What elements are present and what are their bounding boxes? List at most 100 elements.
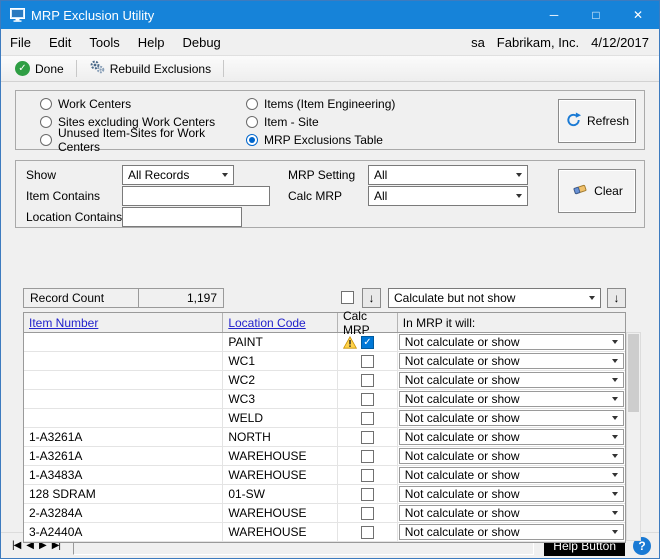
row-calc-mrp-checkbox[interactable] bbox=[361, 526, 374, 539]
apply-checkbox-button[interactable]: ↓ bbox=[362, 288, 381, 308]
vertical-scrollbar[interactable] bbox=[626, 332, 641, 541]
close-button[interactable]: ✕ bbox=[617, 1, 659, 29]
cell-item-number: 2-A3284A bbox=[24, 504, 223, 522]
radio-label: Work Centers bbox=[58, 97, 131, 111]
row-calc-mrp-checkbox[interactable] bbox=[361, 488, 374, 501]
mrp-setting-dropdown[interactable]: All bbox=[368, 165, 528, 185]
row-calc-mrp-checkbox[interactable] bbox=[361, 336, 374, 349]
row-calc-mrp-checkbox[interactable] bbox=[361, 431, 374, 444]
source-options-group: Work Centers Sites excluding Work Center… bbox=[15, 90, 645, 150]
cell-item-number bbox=[24, 409, 223, 427]
cell-item-number bbox=[24, 352, 223, 370]
location-contains-label: Location Contains bbox=[26, 210, 122, 224]
grid-table: Item Number Location Code Calc MRP In MR… bbox=[23, 312, 626, 543]
row-action-dropdown[interactable]: Not calculate or show bbox=[399, 505, 624, 521]
radio-option[interactable]: Items (Item Engineering) bbox=[246, 95, 395, 113]
scrollbar-thumb[interactable] bbox=[628, 334, 639, 412]
show-dropdown[interactable]: All Records bbox=[122, 165, 234, 185]
row-action-dropdown[interactable]: Not calculate or show bbox=[399, 353, 624, 369]
chevron-down-icon bbox=[589, 296, 595, 300]
table-row: WC2 Not calculate or show bbox=[24, 371, 625, 390]
window-title: MRP Exclusion Utility bbox=[31, 8, 154, 23]
minimize-button[interactable]: ─ bbox=[533, 1, 575, 29]
chevron-down-icon bbox=[612, 473, 618, 477]
row-action-value: Not calculate or show bbox=[405, 335, 520, 349]
row-action-dropdown[interactable]: Not calculate or show bbox=[399, 410, 624, 426]
row-calc-mrp-checkbox[interactable] bbox=[361, 374, 374, 387]
row-action-dropdown[interactable]: Not calculate or show bbox=[399, 429, 624, 445]
row-action-value: Not calculate or show bbox=[405, 392, 520, 406]
menu-help[interactable]: Help bbox=[129, 31, 174, 54]
row-action-dropdown[interactable]: Not calculate or show bbox=[399, 372, 624, 388]
calc-mrp-dropdown[interactable]: All bbox=[368, 186, 528, 206]
row-action-value: Not calculate or show bbox=[405, 525, 520, 539]
chevron-down-icon bbox=[516, 173, 522, 177]
menu-debug[interactable]: Debug bbox=[173, 31, 229, 54]
exclusions-grid: Record Count 1,197 ↓ Calculate but not s… bbox=[23, 288, 641, 543]
bulk-calc-mrp-checkbox[interactable] bbox=[341, 291, 354, 304]
row-action-value: Not calculate or show bbox=[405, 468, 520, 482]
nav-first-button[interactable]: |◀ bbox=[9, 538, 23, 553]
done-button-label: Done bbox=[35, 62, 64, 76]
header-location-code[interactable]: Location Code bbox=[228, 316, 305, 330]
cell-item-number: 1-A3483A bbox=[24, 466, 223, 484]
table-row: 128 SDRAM 01-SW Not calculate or show bbox=[24, 485, 625, 504]
radio-option[interactable]: Item - Site bbox=[246, 113, 395, 131]
apply-action-button[interactable]: ↓ bbox=[607, 288, 626, 308]
row-action-dropdown[interactable]: Not calculate or show bbox=[399, 334, 624, 350]
chevron-down-icon bbox=[612, 378, 618, 382]
row-calc-mrp-checkbox[interactable] bbox=[361, 412, 374, 425]
row-calc-mrp-checkbox[interactable] bbox=[361, 393, 374, 406]
done-button[interactable]: ✓ Done bbox=[7, 59, 72, 78]
toolbar-separator bbox=[76, 60, 77, 77]
radio-option[interactable]: Work Centers bbox=[40, 95, 246, 113]
radio-option[interactable]: Unused Item-Sites for Work Centers bbox=[40, 131, 246, 149]
radio-label: Item - Site bbox=[264, 115, 319, 129]
show-label: Show bbox=[26, 168, 56, 182]
location-contains-input[interactable] bbox=[122, 207, 242, 227]
row-action-dropdown[interactable]: Not calculate or show bbox=[399, 524, 624, 540]
refresh-button[interactable]: Refresh bbox=[558, 99, 636, 143]
table-row: 1-A3261A WAREHOUSE Not calculate or show bbox=[24, 447, 625, 466]
maximize-button[interactable]: □ bbox=[575, 1, 617, 29]
cell-item-number: 128 SDRAM bbox=[24, 485, 223, 503]
chevron-down-icon bbox=[612, 359, 618, 363]
table-row: 2-A3284A WAREHOUSE Not calculate or show bbox=[24, 504, 625, 523]
row-action-dropdown[interactable]: Not calculate or show bbox=[399, 391, 624, 407]
radio-circle bbox=[40, 116, 52, 128]
chevron-down-icon bbox=[612, 397, 618, 401]
header-in-mrp: In MRP it will: bbox=[403, 316, 475, 330]
cell-item-number bbox=[24, 333, 223, 351]
row-action-dropdown[interactable]: Not calculate or show bbox=[399, 448, 624, 464]
radio-circle bbox=[246, 116, 258, 128]
row-action-dropdown[interactable]: Not calculate or show bbox=[399, 486, 624, 502]
chevron-down-icon bbox=[222, 173, 228, 177]
cell-location-code: WAREHOUSE bbox=[223, 447, 338, 465]
rebuild-exclusions-button[interactable]: Rebuild Exclusions bbox=[81, 57, 219, 80]
header-item-number[interactable]: Item Number bbox=[29, 316, 98, 330]
row-action-value: Not calculate or show bbox=[405, 411, 520, 425]
cell-location-code: PAINT bbox=[223, 333, 338, 351]
bulk-action-value: Calculate but not show bbox=[394, 291, 515, 305]
menu-tools[interactable]: Tools bbox=[80, 31, 128, 54]
cell-location-code: WC3 bbox=[223, 390, 338, 408]
item-contains-input[interactable] bbox=[122, 186, 270, 206]
window-controls: ─ □ ✕ bbox=[533, 1, 659, 29]
row-calc-mrp-checkbox[interactable] bbox=[361, 450, 374, 463]
row-calc-mrp-checkbox[interactable] bbox=[361, 355, 374, 368]
row-action-dropdown[interactable]: Not calculate or show bbox=[399, 467, 624, 483]
clear-button[interactable]: Clear bbox=[558, 169, 636, 213]
table-row: 1-A3261A NORTH Not calculate or show bbox=[24, 428, 625, 447]
bulk-action-dropdown[interactable]: Calculate but not show bbox=[388, 288, 601, 308]
grid-header: Item Number Location Code Calc MRP In MR… bbox=[24, 313, 625, 333]
row-calc-mrp-checkbox[interactable] bbox=[361, 469, 374, 482]
menu-edit[interactable]: Edit bbox=[40, 31, 80, 54]
row-calc-mrp-checkbox[interactable] bbox=[361, 507, 374, 520]
menu-file[interactable]: File bbox=[1, 31, 40, 54]
radio-option[interactable]: MRP Exclusions Table bbox=[246, 131, 395, 149]
chevron-down-icon bbox=[516, 194, 522, 198]
record-count-value: 1,197 bbox=[138, 288, 224, 308]
cell-location-code: WAREHOUSE bbox=[223, 504, 338, 522]
action-toolbar: ✓ Done Rebuild Exclusions bbox=[1, 56, 659, 82]
row-action-value: Not calculate or show bbox=[405, 373, 520, 387]
